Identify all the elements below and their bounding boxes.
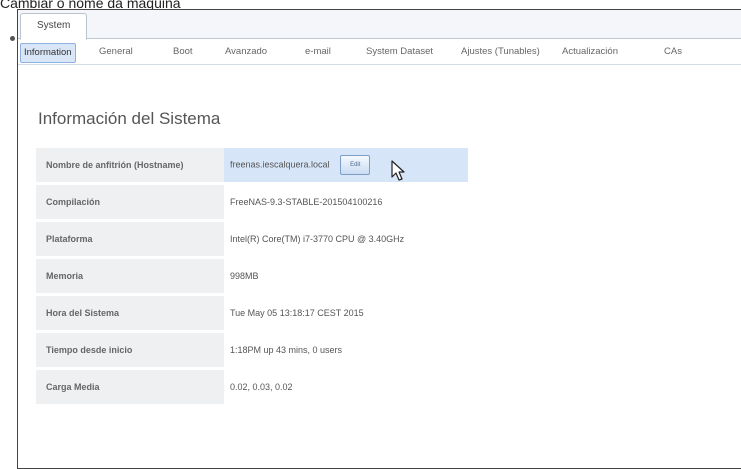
- tab-tunables[interactable]: Ajustes (Tunables): [461, 43, 540, 61]
- hostname-value: freenas.iescalquera.local: [230, 159, 330, 170]
- table-row: Carga Media 0.02, 0.03, 0.02: [36, 370, 468, 404]
- system-info-table: Nombre de anfitrión (Hostname) freenas.i…: [36, 145, 468, 407]
- tab-email[interactable]: e-mail: [305, 43, 331, 61]
- tab-boot[interactable]: Boot: [173, 43, 193, 61]
- row-label: Compilación: [36, 185, 224, 219]
- section-title: Información del Sistema: [38, 109, 221, 128]
- tab-avanzado[interactable]: Avanzado: [225, 43, 267, 61]
- mouse-pointer-icon: [391, 160, 405, 181]
- tab-system[interactable]: System: [20, 13, 88, 40]
- table-row: Hora del Sistema Tue May 05 13:18:17 CES…: [36, 296, 468, 330]
- bullet-icon: [10, 36, 15, 41]
- row-label: Carga Media: [36, 370, 224, 404]
- table-row: Tiempo desde inicio 1:18PM up 43 mins, 0…: [36, 333, 468, 367]
- row-value: 1:18PM up 43 mins, 0 users: [230, 345, 343, 355]
- sub-tab-bar: Information General Boot Avanzado e-mail…: [18, 40, 741, 65]
- row-label: Nombre de anfitrión (Hostname): [36, 148, 224, 182]
- tab-cas[interactable]: CAs: [664, 43, 682, 61]
- system-panel: System Information General Boot Avanzado…: [17, 9, 741, 469]
- tab-information[interactable]: Information: [20, 43, 76, 63]
- row-label: Memoria: [36, 259, 224, 293]
- row-label: Tiempo desde inicio: [36, 333, 224, 367]
- table-row: Memoria 998MB: [36, 259, 468, 293]
- row-value: Tue May 05 13:18:17 CEST 2015: [230, 308, 364, 318]
- tab-actualizacion[interactable]: Actualización: [562, 43, 618, 61]
- row-value-cell: freenas.iescalquera.local Edit: [224, 148, 468, 182]
- row-value: FreeNAS-9.3-STABLE-201504100216: [230, 197, 383, 207]
- row-label: Plataforma: [36, 222, 224, 256]
- top-tab-bar: System: [18, 10, 741, 40]
- row-label: Hora del Sistema: [36, 296, 224, 330]
- edit-hostname-button[interactable]: Edit: [340, 155, 371, 175]
- row-value: Intel(R) Core(TM) i7-3770 CPU @ 3.40GHz: [230, 234, 405, 244]
- tab-general[interactable]: General: [99, 43, 133, 61]
- table-row: Compilación FreeNAS-9.3-STABLE-201504100…: [36, 185, 468, 219]
- tab-system-dataset[interactable]: System Dataset: [366, 43, 433, 61]
- row-value: 0.02, 0.03, 0.02: [230, 382, 293, 392]
- table-row: Plataforma Intel(R) Core(TM) i7-3770 CPU…: [36, 222, 468, 256]
- row-value: 998MB: [230, 271, 259, 281]
